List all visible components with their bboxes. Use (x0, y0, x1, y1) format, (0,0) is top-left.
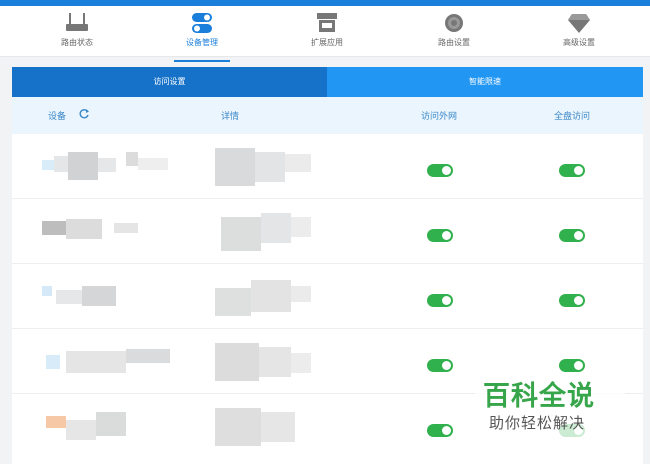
disk-access-toggle[interactable] (559, 359, 585, 372)
device-name-redacted (42, 215, 202, 249)
nav-label: 设备管理 (186, 38, 218, 47)
disk-access-toggle[interactable] (559, 229, 585, 242)
table-header: 设备 详情 访问外网 全盘访问 (12, 97, 643, 134)
toggle-knob (442, 361, 451, 370)
settings-tabs: 访问设置 智能限速 (12, 67, 643, 102)
device-name-redacted (42, 410, 202, 444)
internet-access-toggle[interactable] (427, 359, 453, 372)
toggle-knob (442, 231, 451, 240)
nav-item-advanced-settings[interactable]: 高级设置 (529, 12, 629, 56)
router-icon (66, 13, 88, 31)
toggle-knob (442, 166, 451, 175)
nav-label: 高级设置 (563, 38, 595, 47)
watermark: 百科全说 助你轻松解决 (475, 372, 625, 442)
nav-item-device-management[interactable]: 设备管理 (152, 12, 252, 62)
toggle-knob (574, 361, 583, 370)
internet-access-toggle[interactable] (427, 229, 453, 242)
tab-access-settings[interactable]: 访问设置 (12, 67, 327, 102)
toggles-icon (192, 13, 212, 33)
disk-access-toggle[interactable] (559, 164, 585, 177)
device-details-redacted (215, 213, 315, 251)
store-icon (317, 13, 337, 32)
table-row (12, 134, 643, 199)
top-navigation: 路由状态 设备管理 扩展应用 路由设置 高级设置 (0, 6, 650, 62)
internet-access-toggle[interactable] (427, 164, 453, 177)
table-row (12, 199, 643, 264)
toggle-knob (574, 296, 583, 305)
nav-item-router-status[interactable]: 路由状态 (27, 12, 127, 56)
column-header-device: 设备 (48, 112, 67, 122)
nav-item-router-settings[interactable]: 路由设置 (404, 12, 504, 56)
tab-speed-limit[interactable]: 智能限速 (327, 67, 643, 97)
disk-access-toggle[interactable] (559, 294, 585, 307)
toggle-knob (442, 296, 451, 305)
watermark-title: 百科全说 (483, 381, 595, 412)
internet-access-toggle[interactable] (427, 424, 453, 437)
column-header-disk-access: 全盘访问 (554, 112, 591, 122)
tab-label: 智能限速 (469, 77, 501, 86)
tab-label: 访问设置 (153, 77, 186, 86)
nav-label: 路由状态 (61, 38, 93, 47)
device-name-redacted (42, 150, 202, 184)
watermark-subtitle: 助你轻松解决 (489, 414, 586, 432)
device-details-redacted (215, 408, 315, 446)
table-row (12, 264, 643, 329)
internet-access-toggle[interactable] (427, 294, 453, 307)
device-details-redacted (215, 278, 315, 316)
nav-label: 路由设置 (438, 38, 470, 47)
toggle-knob (574, 166, 583, 175)
device-details-redacted (215, 343, 315, 381)
toggle-knob (574, 231, 583, 240)
nav-item-extensions[interactable]: 扩展应用 (277, 12, 377, 56)
device-details-redacted (215, 148, 315, 186)
column-header-details: 详情 (221, 112, 240, 122)
device-name-redacted (42, 280, 202, 314)
gear-icon (445, 14, 463, 32)
device-name-redacted (42, 345, 202, 379)
nav-label: 扩展应用 (311, 38, 343, 47)
diamond-icon (568, 14, 590, 33)
refresh-icon[interactable] (78, 108, 90, 120)
toggle-knob (442, 426, 451, 435)
column-header-internet-access: 访问外网 (421, 112, 458, 122)
